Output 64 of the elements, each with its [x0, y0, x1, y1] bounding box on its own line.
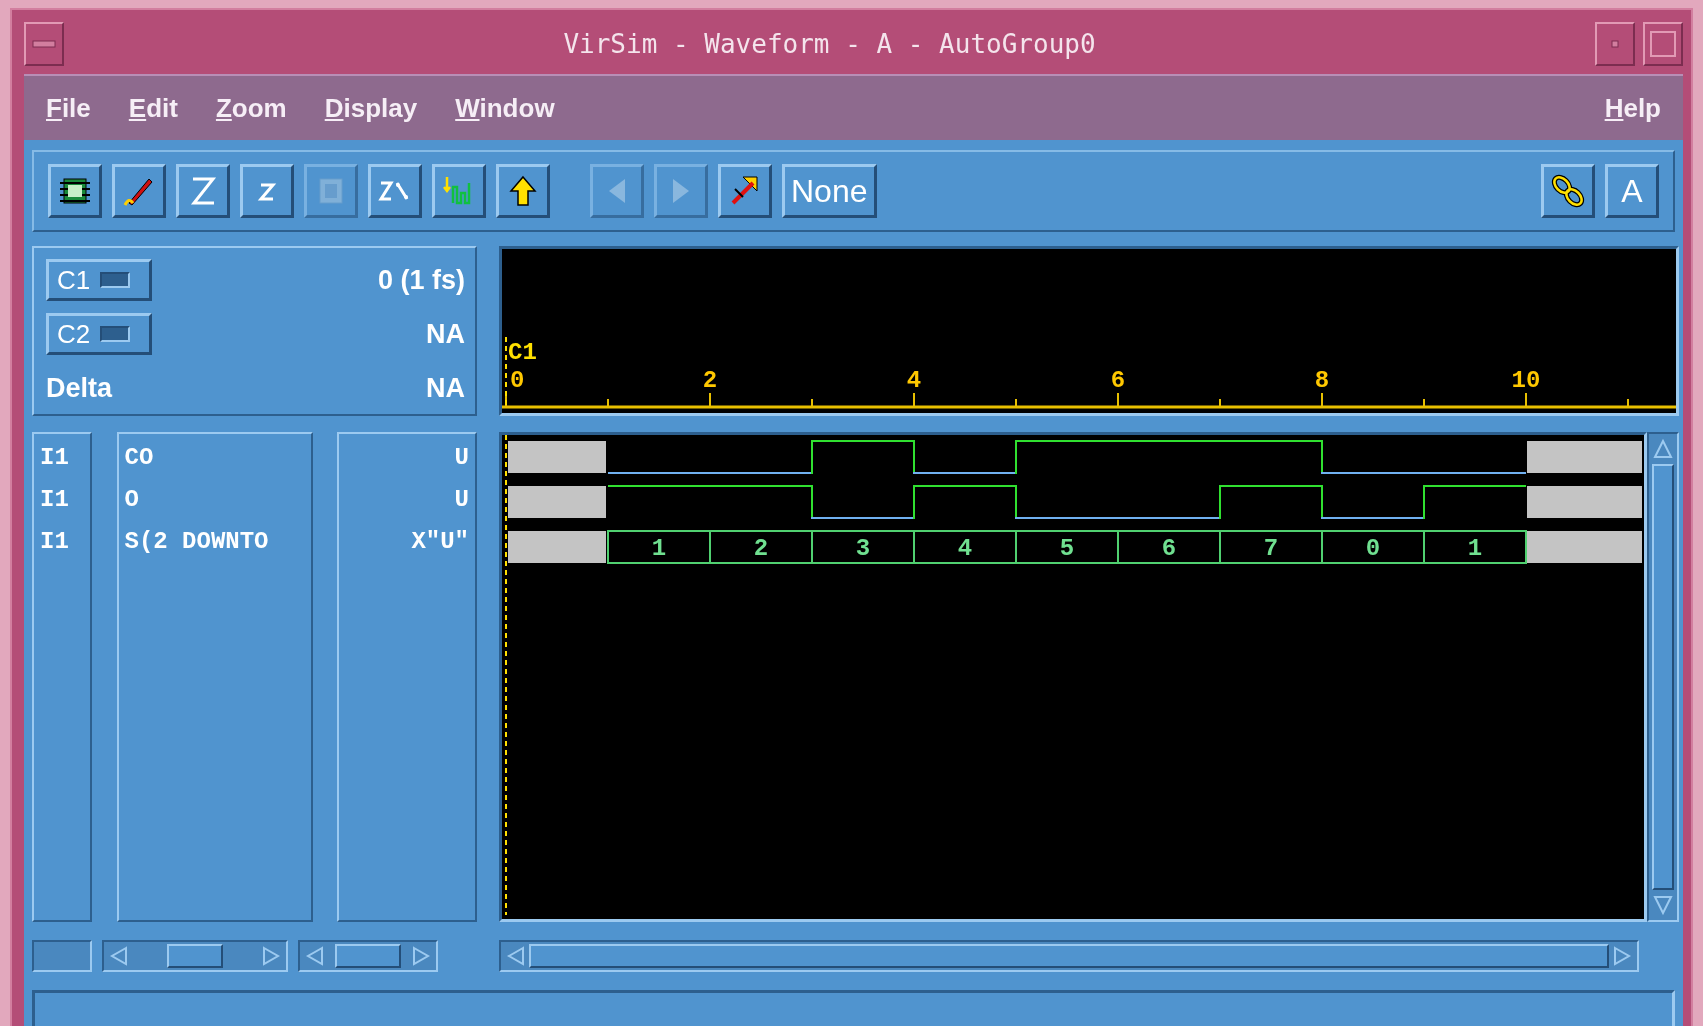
- ruler-label: 8: [1314, 367, 1330, 394]
- menu-item[interactable]: File: [46, 92, 91, 124]
- toolbar-button[interactable]: [176, 164, 230, 218]
- scrollbar-thumb[interactable]: [529, 944, 1609, 968]
- signal-group: I1: [40, 528, 69, 556]
- signal-group: I1: [40, 444, 69, 472]
- maximize-button[interactable]: [1643, 22, 1683, 66]
- signal-value: X"U": [411, 528, 469, 556]
- scrollbar-placeholder: [32, 940, 92, 972]
- cursor-button[interactable]: C1: [46, 259, 152, 301]
- delta-label: Delta: [46, 372, 113, 404]
- signal-name[interactable]: O: [124, 486, 139, 514]
- ruler-label: 4: [906, 367, 922, 394]
- cursor-label: C1: [508, 339, 537, 366]
- signal-group: I1: [40, 486, 69, 514]
- cursor-value: 0 (1 fs): [377, 264, 465, 296]
- signal-name[interactable]: S(2 DOWNTO: [124, 528, 269, 556]
- bus-value: 0: [1365, 535, 1381, 562]
- menu-item[interactable]: Edit: [128, 92, 178, 124]
- menu-item[interactable]: Zoom: [215, 92, 287, 124]
- ruler-label: 0: [510, 367, 525, 394]
- minimize-button[interactable]: [1595, 22, 1635, 66]
- bus-value: 5: [1059, 535, 1075, 562]
- indicator-icon: [100, 272, 131, 288]
- cursor-value: NA: [426, 318, 465, 350]
- scrollbar-thumb[interactable]: [335, 944, 401, 968]
- bus-value: 7: [1263, 535, 1279, 562]
- chain-link-icon: [1550, 173, 1586, 209]
- signal-value: U: [454, 444, 469, 472]
- toolbar-button[interactable]: [240, 164, 294, 218]
- bus-value: 1: [651, 535, 667, 562]
- cursor-line: [505, 336, 507, 408]
- toolbar-button[interactable]: [368, 164, 422, 218]
- horizontal-scrollbar[interactable]: [499, 940, 1639, 972]
- toolbar-button[interactable]: [48, 164, 102, 218]
- toolbar-button[interactable]: None: [782, 164, 877, 218]
- bus-value: 4: [957, 535, 973, 562]
- menu-item[interactable]: Help: [1604, 92, 1661, 124]
- square-icon: [1650, 31, 1676, 57]
- bus-value: 1: [1467, 535, 1483, 562]
- bus-value: 3: [855, 535, 871, 562]
- menu-item[interactable]: Window: [455, 92, 555, 124]
- indicator-icon: [100, 326, 131, 342]
- window-menu-button[interactable]: [24, 22, 64, 66]
- toolbar-button[interactable]: [1541, 164, 1595, 218]
- vertical-scrollbar[interactable]: [1647, 432, 1679, 922]
- signal-value: U: [454, 486, 469, 514]
- ruler-label: 10: [1511, 367, 1541, 394]
- signal-name[interactable]: CO: [124, 444, 154, 472]
- toolbar-button[interactable]: A: [1605, 164, 1659, 218]
- window-title: VirSim - Waveform - A - AutoGroup0: [562, 29, 1097, 59]
- minus-icon: [32, 40, 56, 48]
- bus-value: 2: [753, 535, 769, 562]
- cursor-button[interactable]: C2: [46, 313, 152, 355]
- menu-item[interactable]: Display: [324, 92, 418, 124]
- toolbar-button[interactable]: [496, 164, 550, 218]
- bus-value: 6: [1161, 535, 1177, 562]
- horizontal-scrollbar[interactable]: [102, 940, 288, 972]
- delta-value: NA: [426, 372, 465, 404]
- scrollbar-thumb[interactable]: [167, 944, 223, 968]
- horizontal-scrollbar[interactable]: [298, 940, 438, 972]
- ruler-label: 6: [1110, 367, 1126, 394]
- scrollbar-thumb[interactable]: [1652, 464, 1674, 890]
- ruler-label: 2: [702, 367, 718, 394]
